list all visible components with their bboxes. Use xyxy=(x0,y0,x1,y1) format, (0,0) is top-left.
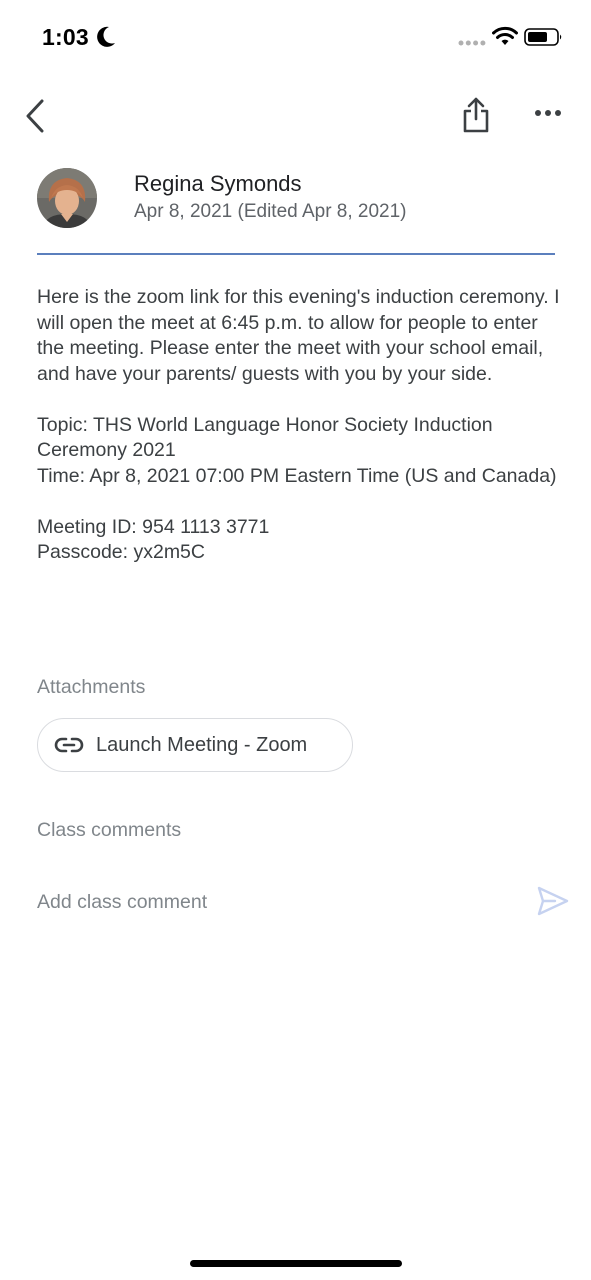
back-arrow-icon xyxy=(26,99,44,133)
launch-meeting-link[interactable]: Launch Meeting - Zoom xyxy=(37,718,353,772)
status-bar: 1:03 xyxy=(0,0,591,76)
post-paragraph: Meeting ID: 954 1113 3771 Passcode: yx2m… xyxy=(37,515,270,564)
link-icon xyxy=(54,737,84,753)
wifi-icon xyxy=(492,26,518,45)
send-icon xyxy=(537,886,569,916)
avatar[interactable] xyxy=(37,168,97,228)
signal-icon xyxy=(458,40,486,46)
author-name: Regina Symonds xyxy=(134,171,302,196)
attachments-label: Attachments xyxy=(37,676,146,698)
avatar-image xyxy=(37,168,97,228)
moon-icon xyxy=(97,26,115,47)
home-indicator[interactable] xyxy=(190,1260,402,1267)
share-icon xyxy=(463,97,489,133)
header-divider xyxy=(37,253,555,255)
class-comments-label: Class comments xyxy=(37,819,182,841)
battery-icon xyxy=(524,28,562,46)
post-date: Apr 8, 2021 (Edited Apr 8, 2021) xyxy=(134,201,407,222)
post-author-header: Regina Symonds Apr 8, 2021 (Edited Apr 8… xyxy=(0,166,591,236)
back-button[interactable] xyxy=(20,96,50,136)
post-body: Here is the zoom link for this evening's… xyxy=(37,285,567,591)
attachment-label: Launch Meeting - Zoom xyxy=(96,733,308,756)
post-paragraph: Topic: THS World Language Honor Society … xyxy=(37,413,557,487)
status-time: 1:03 xyxy=(42,24,89,50)
post-paragraph: Here is the zoom link for this evening's… xyxy=(37,286,560,385)
top-toolbar xyxy=(0,90,591,140)
send-comment-button[interactable] xyxy=(536,884,570,918)
more-options-button[interactable] xyxy=(530,98,566,128)
more-horizontal-icon xyxy=(535,110,561,116)
share-button[interactable] xyxy=(458,94,494,136)
add-class-comment-input[interactable] xyxy=(37,887,517,917)
